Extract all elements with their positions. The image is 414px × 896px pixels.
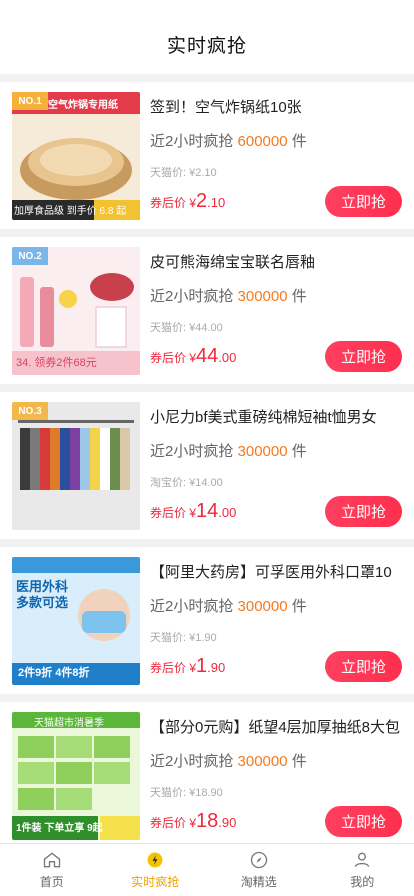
- rank-badge: NO.1: [12, 92, 48, 110]
- product-image[interactable]: 医用外科 多款可选 2件9折 4件8折: [12, 557, 140, 685]
- product-list: NO.1 空气炸锅专用纸 加厚食品级 到手价 6.8 起 签到！空气炸锅纸10张…: [0, 74, 414, 849]
- product-info: 签到！空气炸锅纸10张 近2小时疯抢 600000 件 天猫价: ¥2.10 券…: [140, 92, 402, 219]
- page-title: 实时疯抢: [166, 36, 247, 57]
- product-name[interactable]: 签到！空气炸锅纸10张: [150, 98, 402, 118]
- coupon-price: 券后价 ¥14.00: [150, 500, 237, 522]
- tab-mine[interactable]: 我的: [311, 844, 414, 896]
- sold-count: 近2小时疯抢 300000 件: [150, 443, 307, 460]
- tab-flash-sale[interactable]: 实时疯抢: [104, 844, 208, 896]
- image-caption-bottom: 加厚食品级 到手价 6.8 起: [14, 206, 127, 217]
- buy-now-button[interactable]: 立即抢: [325, 651, 402, 682]
- tab-label: 实时疯抢: [131, 875, 180, 889]
- product-card[interactable]: NO.3 小尼力bf美式重磅纯棉短袖t恤男女 近2小时疯抢 300000 件 淘…: [0, 392, 414, 539]
- buy-now-button[interactable]: 立即抢: [325, 806, 402, 837]
- compass-icon: [250, 851, 267, 869]
- coupon-price: 券后价 ¥44.00: [150, 345, 237, 367]
- rank-badge: NO.3: [12, 402, 48, 420]
- coupon-price: 券后价 ¥1.90: [150, 655, 226, 677]
- product-info: 【阿里大药房】可孚医用外科口罩10 近2小时疯抢 300000 件 天猫价: ¥…: [140, 557, 402, 684]
- product-card[interactable]: 天猫超市消暑季 1件装 下单立享 9起 【部分0元购】纸望4层加厚抽纸8大包 近…: [0, 702, 414, 849]
- product-image[interactable]: NO.1 空气炸锅专用纸 加厚食品级 到手价 6.8 起: [12, 92, 140, 220]
- image-caption-top: 天猫超市消暑季: [34, 718, 104, 729]
- coupon-price: 券后价 ¥18.90: [150, 810, 237, 832]
- image-caption-top: 医用外科 多款可选: [16, 579, 69, 610]
- original-price: 天猫价: ¥18.90: [150, 787, 223, 799]
- product-name[interactable]: 【阿里大药房】可孚医用外科口罩10: [150, 563, 402, 583]
- tshirts-rack-image: [12, 402, 140, 530]
- product-image[interactable]: NO.3: [12, 402, 140, 530]
- product-image[interactable]: NO.2 34. 领券2件68元: [12, 247, 140, 375]
- home-icon: [43, 852, 60, 868]
- product-card[interactable]: NO.2 34. 领券2件68元 皮可熊海绵宝宝联名唇釉 近2小时疯抢 3000…: [0, 237, 414, 384]
- product-info: 皮可熊海绵宝宝联名唇釉 近2小时疯抢 300000 件 天猫价: ¥44.00 …: [140, 247, 402, 374]
- tab-selection[interactable]: 淘精选: [207, 844, 311, 896]
- sold-count: 近2小时疯抢 300000 件: [150, 598, 307, 615]
- coupon-price: 券后价 ¥2.10: [150, 190, 226, 212]
- original-price: 天猫价: ¥1.90: [150, 632, 217, 644]
- top-bar: 实时疯抢: [0, 0, 414, 74]
- image-caption-bottom: 1件装 下单立享 9起: [16, 823, 103, 834]
- flash-icon: [147, 852, 163, 868]
- sold-count: 近2小时疯抢 300000 件: [150, 753, 307, 770]
- image-caption-bottom: 34. 领券2件68元: [16, 357, 97, 369]
- tab-label: 首页: [39, 875, 64, 889]
- tab-home[interactable]: 首页: [0, 844, 104, 896]
- tab-label: 我的: [350, 875, 375, 889]
- product-card[interactable]: 医用外科 多款可选 2件9折 4件8折 【阿里大药房】可孚医用外科口罩10 近2…: [0, 547, 414, 694]
- image-caption-top: 空气炸锅专用纸: [48, 100, 118, 111]
- buy-now-button[interactable]: 立即抢: [325, 496, 402, 527]
- sold-count: 近2小时疯抢 300000 件: [150, 288, 307, 305]
- product-image[interactable]: 天猫超市消暑季 1件装 下单立享 9起: [12, 712, 140, 840]
- product-name[interactable]: 皮可熊海绵宝宝联名唇釉: [150, 253, 402, 273]
- original-price: 淘宝价: ¥14.00: [150, 477, 223, 489]
- buy-now-button[interactable]: 立即抢: [325, 186, 402, 217]
- user-icon: [354, 852, 370, 867]
- air-fryer-paper-image: [12, 92, 140, 220]
- tab-label: 淘精选: [240, 875, 277, 889]
- product-name[interactable]: 小尼力bf美式重磅纯棉短袖t恤男女: [150, 408, 402, 428]
- buy-now-button[interactable]: 立即抢: [325, 341, 402, 372]
- product-info: 【部分0元购】纸望4层加厚抽纸8大包 近2小时疯抢 300000 件 天猫价: …: [140, 712, 402, 839]
- original-price: 天猫价: ¥44.00: [150, 322, 223, 334]
- sold-count: 近2小时疯抢 600000 件: [150, 133, 307, 150]
- product-card[interactable]: NO.1 空气炸锅专用纸 加厚食品级 到手价 6.8 起 签到！空气炸锅纸10张…: [0, 82, 414, 229]
- product-name[interactable]: 【部分0元购】纸望4层加厚抽纸8大包: [150, 718, 402, 738]
- bottom-tab-bar: 首页 实时疯抢 淘精选 我的: [0, 843, 414, 896]
- product-info: 小尼力bf美式重磅纯棉短袖t恤男女 近2小时疯抢 300000 件 淘宝价: ¥…: [140, 402, 402, 529]
- original-price: 天猫价: ¥2.10: [150, 167, 217, 179]
- image-caption-bottom: 2件9折 4件8折: [18, 667, 90, 679]
- rank-badge: NO.2: [12, 247, 48, 265]
